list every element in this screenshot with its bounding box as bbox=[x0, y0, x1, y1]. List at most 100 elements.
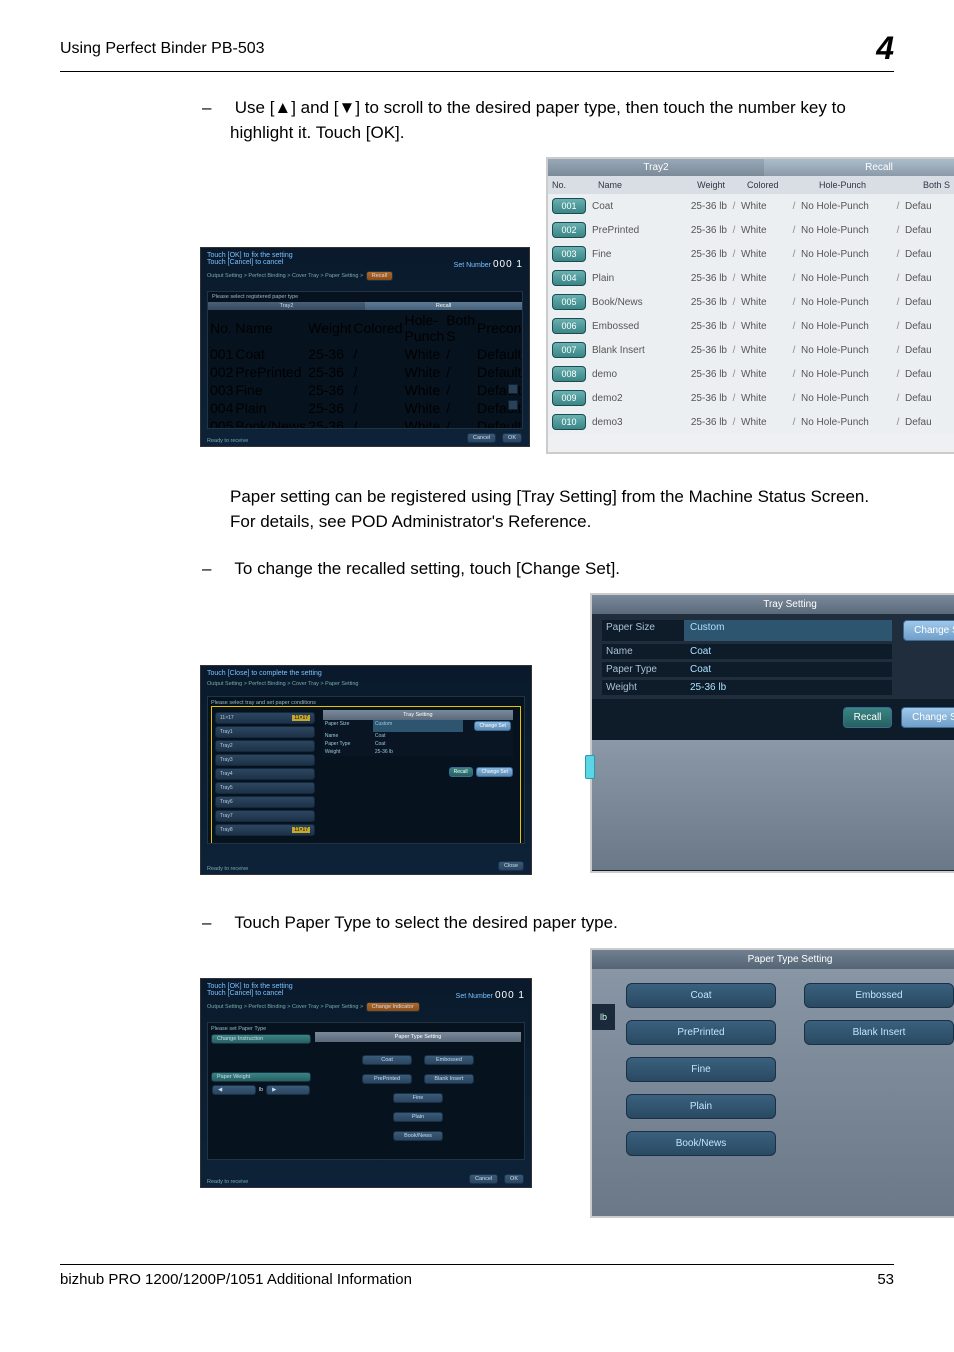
tray-button[interactable]: Tray2 bbox=[215, 740, 315, 752]
paper-type-option[interactable]: PrePrinted bbox=[362, 1074, 412, 1084]
tray-button[interactable]: Tray7 bbox=[215, 810, 315, 822]
close-button-small[interactable]: Close bbox=[498, 861, 524, 871]
hint-fix: Touch [OK] to fix the setting bbox=[207, 983, 293, 990]
tab-tray2[interactable]: Tray2 bbox=[548, 159, 764, 176]
number-key-006[interactable]: 006 bbox=[552, 318, 586, 334]
doc-title: bizhub PRO 1200/1200P/1051 Additional In… bbox=[60, 1271, 412, 1288]
paper-type-value: Coat bbox=[684, 662, 892, 677]
instruction-change-set: – To change the recalled setting, touch … bbox=[230, 557, 894, 582]
paper-weight-btn[interactable]: Paper Weight bbox=[211, 1072, 311, 1082]
table-row: 003Fine25-36 lb/White/No Hole-Punch/Defa… bbox=[548, 242, 954, 266]
weight-label: Weight bbox=[602, 680, 684, 695]
paper-type-setting-title-small: Paper Type Setting bbox=[315, 1032, 521, 1042]
tray-button[interactable]: Tray3 bbox=[215, 754, 315, 766]
paper-size-value: Custom bbox=[684, 620, 892, 641]
tray-button[interactable]: Tray4 bbox=[215, 768, 315, 780]
table-row: 010demo325-36 lb/White/No Hole-Punch/Def… bbox=[548, 410, 954, 434]
number-key-005[interactable]: 005 bbox=[552, 294, 586, 310]
paper-type-blank-insert[interactable]: Blank Insert bbox=[804, 1020, 954, 1045]
instruction-paper-type: – Touch Paper Type to select the desired… bbox=[230, 911, 894, 936]
recall-table-small: No.NameWeightColoredHole-PunchBoth SPrec… bbox=[208, 310, 523, 429]
paper-type-preprinted[interactable]: PrePrinted bbox=[626, 1020, 776, 1045]
table-row: 009demo225-36 lb/White/No Hole-Punch/Def… bbox=[548, 386, 954, 410]
page-header: Using Perfect Binder PB-503 4 bbox=[60, 30, 894, 72]
change-indicator[interactable]: Change Indicator bbox=[366, 1002, 420, 1012]
tab-recall-small[interactable]: Recall bbox=[365, 302, 522, 310]
dash-icon: – bbox=[202, 96, 230, 121]
paper-type-plain[interactable]: Plain bbox=[626, 1094, 776, 1119]
paper-size-label: Paper Size bbox=[602, 620, 684, 641]
tray-setting-zoom: Tray Setting Paper Size Custom Change Se… bbox=[590, 593, 954, 873]
paper-type-option[interactable]: Coat bbox=[362, 1055, 412, 1065]
status-strip: Output Setting > Perfect Binding > Cover… bbox=[207, 273, 363, 279]
arrow-down-icon[interactable] bbox=[508, 400, 518, 410]
instruction-scroll: – Use [▲] and [▼] to scroll to the desir… bbox=[230, 96, 894, 145]
number-key-007[interactable]: 007 bbox=[552, 342, 586, 358]
paper-type-option[interactable]: Plain bbox=[393, 1112, 443, 1122]
paper-type-option[interactable]: Book/News bbox=[393, 1131, 443, 1141]
hint-cancel: Touch [Cancel] to cancel bbox=[207, 990, 283, 997]
paper-type-embossed[interactable]: Embossed bbox=[804, 983, 954, 1008]
instruction-scroll-text: Use [▲] and [▼] to scroll to the desired… bbox=[230, 98, 846, 142]
tab-recall[interactable]: Recall bbox=[764, 159, 954, 176]
ready-status-2: Ready to receive bbox=[207, 866, 248, 872]
paper-type-option[interactable]: Fine bbox=[393, 1093, 443, 1103]
status-strip-2: Output Setting > Perfect Binding > Cover… bbox=[201, 681, 531, 690]
table-row: 005Book/News25-36 lb/White/No Hole-Punch… bbox=[548, 290, 954, 314]
change-set-small[interactable]: Change Set bbox=[474, 721, 510, 731]
prompt-select-type: Please select registered paper type bbox=[208, 292, 522, 302]
change-set-small-2[interactable]: Change Set bbox=[476, 767, 512, 777]
table-row: 002PrePrinted25-36 lb/White/No Hole-Punc… bbox=[548, 218, 954, 242]
tray-button[interactable]: Tray1 bbox=[215, 726, 315, 738]
tray-button[interactable]: Tray5 bbox=[215, 782, 315, 794]
paper-type-fine[interactable]: Fine bbox=[626, 1057, 776, 1082]
ready-status-3: Ready to receive bbox=[207, 1179, 248, 1185]
name-label: Name bbox=[602, 644, 684, 659]
jobnum-value-3: 000 1 bbox=[495, 990, 525, 1001]
ok-button-3[interactable]: OK bbox=[504, 1174, 524, 1184]
change-set-top-button[interactable]: Change Set bbox=[903, 620, 954, 641]
paper-type-option[interactable]: Blank Insert bbox=[424, 1074, 474, 1084]
tab-tray2-small[interactable]: Tray2 bbox=[208, 302, 365, 310]
tray-button[interactable]: Tray6 bbox=[215, 796, 315, 808]
ready-status-small: Ready to receive bbox=[207, 438, 248, 444]
table-row: 002PrePrinted25-36/White/Default bbox=[210, 364, 523, 380]
number-key-001[interactable]: 001 bbox=[552, 198, 586, 214]
paper-type-coat[interactable]: Coat bbox=[626, 983, 776, 1008]
tray-setting-fill bbox=[592, 740, 954, 870]
change-set-button[interactable]: Change Set bbox=[901, 707, 954, 728]
tray-button[interactable]: Tray811×17 bbox=[215, 824, 315, 836]
number-key-003[interactable]: 003 bbox=[552, 246, 586, 262]
side-handle-icon[interactable] bbox=[585, 755, 595, 779]
table-row: 007Blank Insert25-36 lb/White/No Hole-Pu… bbox=[548, 338, 954, 362]
weight-value: 25-36 lb bbox=[684, 680, 892, 695]
tray-setting-title: Tray Setting bbox=[592, 595, 954, 614]
hint-close: Touch [Close] to complete the setting bbox=[207, 670, 322, 677]
note-tray-setting: Paper setting can be registered using [T… bbox=[230, 485, 894, 534]
table-row: 001Coat25-36 lb/White/No Hole-Punch/Defa… bbox=[548, 194, 954, 218]
weight-up-btn[interactable]: ▶ bbox=[266, 1085, 310, 1095]
number-key-009[interactable]: 009 bbox=[552, 390, 586, 406]
recall-tab-small[interactable]: Recall bbox=[366, 271, 393, 281]
table-row: 004Plain25-36/White/Default bbox=[210, 400, 523, 416]
printer-dialog-papertype-small: Touch [OK] to fix the setting Touch [Can… bbox=[200, 978, 532, 1188]
ok-button-small[interactable]: OK bbox=[502, 433, 522, 443]
recall-button[interactable]: Recall bbox=[843, 707, 893, 728]
name-value: Coat bbox=[684, 644, 892, 659]
number-key-010[interactable]: 010 bbox=[552, 414, 586, 430]
figure-recall-cluster: Touch [OK] to fix the setting Touch [Can… bbox=[230, 157, 894, 467]
number-key-002[interactable]: 002 bbox=[552, 222, 586, 238]
recall-small[interactable]: Recall bbox=[449, 767, 473, 777]
paper-type-booknews[interactable]: Book/News bbox=[626, 1131, 776, 1156]
change-instruction-btn[interactable]: Change Instruction bbox=[211, 1034, 311, 1044]
paper-type-option[interactable]: Embossed bbox=[424, 1055, 474, 1065]
cancel-button-small[interactable]: Cancel bbox=[467, 433, 496, 443]
weight-down-btn[interactable]: ◀ bbox=[212, 1085, 256, 1095]
cancel-button-3[interactable]: Cancel bbox=[469, 1174, 498, 1184]
number-key-004[interactable]: 004 bbox=[552, 270, 586, 286]
status-strip-3: Output Setting > Perfect Binding > Cover… bbox=[207, 1004, 363, 1010]
table-row: 008demo25-36 lb/White/No Hole-Punch/Defa… bbox=[548, 362, 954, 386]
paper-type-fill bbox=[592, 1170, 954, 1270]
arrow-up-icon[interactable] bbox=[508, 384, 518, 394]
number-key-008[interactable]: 008 bbox=[552, 366, 586, 382]
